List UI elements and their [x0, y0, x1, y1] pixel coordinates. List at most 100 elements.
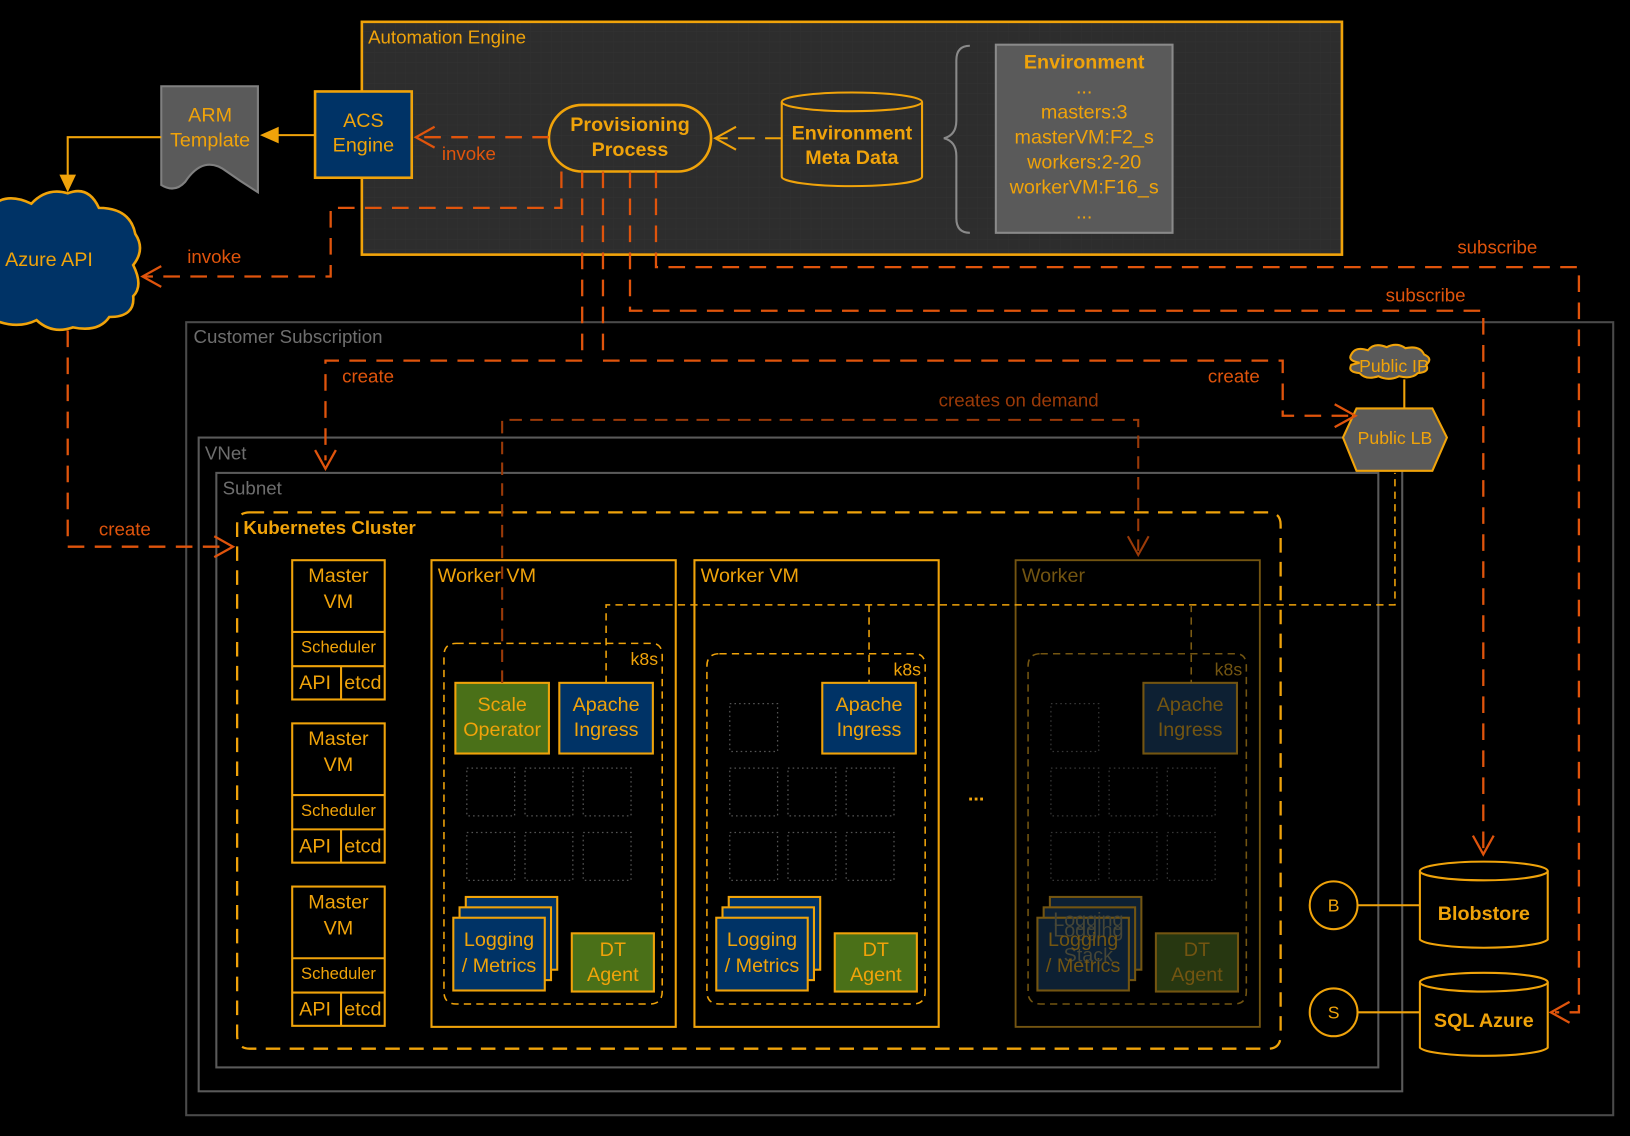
dt-agent[interactable]: DT Agent [833, 932, 918, 993]
master-vm-1[interactable]: Master VM Scheduler API etcd [291, 559, 386, 701]
azure-api[interactable]: Azure API [0, 189, 142, 332]
automation-engine-title: Automation Engine [368, 27, 526, 48]
etcd-label: etcd [344, 998, 381, 1020]
logging-line1: Logging [1048, 929, 1118, 951]
acs-engine[interactable]: ACS Engine [313, 90, 414, 180]
env-meta-line1: Environment [792, 122, 913, 144]
worker-vm-title: Worker VM [438, 565, 536, 587]
arm-template[interactable]: ARM Template [160, 85, 259, 195]
apache-ingress[interactable]: Apache Ingress [821, 681, 917, 755]
dt-agent-line1: DT [600, 939, 626, 961]
scheduler-label: Scheduler [301, 638, 376, 657]
scale-operator-line2: Operator [463, 719, 541, 741]
public-ip-label: Public IP [1359, 356, 1429, 376]
logging-metrics[interactable]: Logging / Metrics [452, 895, 559, 992]
ingress-line1: Apache [573, 694, 640, 716]
env-note-line: ... [1076, 77, 1092, 99]
dt-agent[interactable]: DT Agent [570, 932, 655, 993]
worker-vm-title: Worker VM [701, 565, 799, 587]
subnet-title: Subnet [223, 478, 283, 499]
invoke-azure-label: invoke [187, 246, 241, 267]
worker-vm-1[interactable]: Worker VM k8s Scale Operator Apache Ingr… [430, 559, 677, 1028]
master-vm-title-line2: VM [324, 917, 354, 939]
sql-azure[interactable]: SQL Azure [1418, 971, 1549, 1057]
master-vm-3[interactable]: Master VM Scheduler API etcd [291, 885, 386, 1027]
architecture-diagram: Automation Engine Customer Subscription … [0, 20, 1615, 1117]
worker-vm-on-demand[interactable]: Worker k8s Apache Ingress Logging Loggin… [1014, 559, 1261, 1028]
acs-engine-line2: Engine [333, 135, 394, 157]
ingress-line1: Apache [836, 694, 903, 716]
k8s-label: k8s [894, 660, 922, 680]
etcd-label: etcd [344, 835, 381, 857]
env-note-line: workers:2-20 [1026, 151, 1141, 173]
environment-note: Environment ... masters:3 masterVM:F2_s … [994, 43, 1174, 234]
ingress-line2: Ingress [574, 719, 639, 741]
subscribe-blob-label: subscribe [1386, 284, 1466, 305]
master-vm-title-line1: Master [308, 565, 369, 587]
empty-pod-slots [466, 767, 632, 881]
logging-metrics[interactable]: Logging / Metrics [715, 895, 822, 992]
acs-to-arm-arrow [259, 126, 316, 144]
scheduler-label: Scheduler [301, 964, 376, 983]
env-note-line: masterVM:F2_s [1015, 126, 1154, 148]
ingress-line2: Ingress [837, 719, 902, 741]
api-label: API [299, 672, 331, 694]
env-meta-line2: Meta Data [805, 147, 899, 169]
dt-agent-line1: DT [863, 939, 889, 961]
provisioning-process[interactable]: Provisioning Process [547, 103, 713, 173]
env-note-line: masters:3 [1041, 101, 1128, 123]
dt-agent-line2: Agent [587, 964, 639, 986]
api-label: API [299, 835, 331, 857]
logging-metrics[interactable]: Logging Logging Stack Logging / Metrics [1036, 895, 1143, 992]
worker-vm-title: Worker [1022, 565, 1086, 587]
environment-meta-data[interactable]: Environment Meta Data [780, 91, 924, 188]
azure-api-label: Azure API [5, 249, 93, 271]
env-note-line: workerVM:F16_s [1009, 176, 1159, 198]
subscribe-sql-label: subscribe [1457, 237, 1537, 258]
dt-agent-line2: Agent [850, 964, 902, 986]
provisioning-line1: Provisioning [570, 114, 690, 136]
vnet-title: VNet [205, 442, 247, 463]
provisioning-line2: Process [592, 139, 669, 161]
public-lb-label: Public LB [1358, 428, 1433, 448]
more-workers-ellipsis: ... [968, 783, 984, 805]
etcd-label: etcd [344, 672, 381, 694]
public-ip[interactable]: Public IP [1349, 343, 1431, 380]
master-vm-2[interactable]: Master VM Scheduler API etcd [291, 722, 386, 864]
ingress-line2: Ingress [1158, 719, 1223, 741]
scheduler-label: Scheduler [301, 801, 376, 820]
dt-agent-line1: DT [1184, 939, 1210, 961]
dt-agent[interactable]: DT Agent [1154, 932, 1240, 993]
arm-template-line1: ARM [188, 105, 232, 127]
logging-line1: Logging [464, 929, 534, 951]
dt-agent-line2: Agent [1171, 964, 1223, 986]
k8s-label: k8s [1215, 660, 1243, 680]
create-azure-label: create [99, 518, 151, 539]
blobstore[interactable]: Blobstore [1418, 860, 1549, 949]
k8s-label: k8s [631, 649, 659, 669]
arm-template-line2: Template [170, 130, 250, 152]
arm-to-azure-arrow [59, 136, 162, 193]
create-cluster-label: create [342, 365, 394, 386]
create-lb-label: create [1208, 365, 1260, 386]
logging-line2: / Metrics [462, 955, 537, 977]
kubernetes-cluster-title: Kubernetes Cluster [243, 517, 415, 538]
apache-ingress[interactable]: Apache Ingress [558, 681, 654, 755]
blobstore-label: Blobstore [1438, 903, 1530, 925]
master-vm-title-line1: Master [308, 891, 369, 913]
apache-ingress[interactable]: Apache Ingress [1142, 681, 1239, 755]
scale-operator-line1: Scale [477, 694, 526, 716]
logging-line1: Logging [727, 929, 797, 951]
env-note-line: ... [1076, 201, 1092, 223]
sql-badge-label: S [1328, 1003, 1340, 1023]
scale-operator[interactable]: Scale Operator [454, 681, 550, 755]
environment-note-title: Environment [1024, 52, 1145, 74]
public-lb[interactable]: Public LB [1341, 407, 1449, 472]
api-label: API [299, 998, 331, 1020]
ingress-line1: Apache [1157, 694, 1224, 716]
worker-vm-2[interactable]: Worker VM k8s Apache Ingress Logging / M… [693, 559, 940, 1028]
logging-line2: / Metrics [1046, 955, 1121, 977]
sql-badge: S [1308, 987, 1359, 1038]
master-vm-title-line2: VM [324, 754, 354, 776]
logging-line2: / Metrics [725, 955, 800, 977]
